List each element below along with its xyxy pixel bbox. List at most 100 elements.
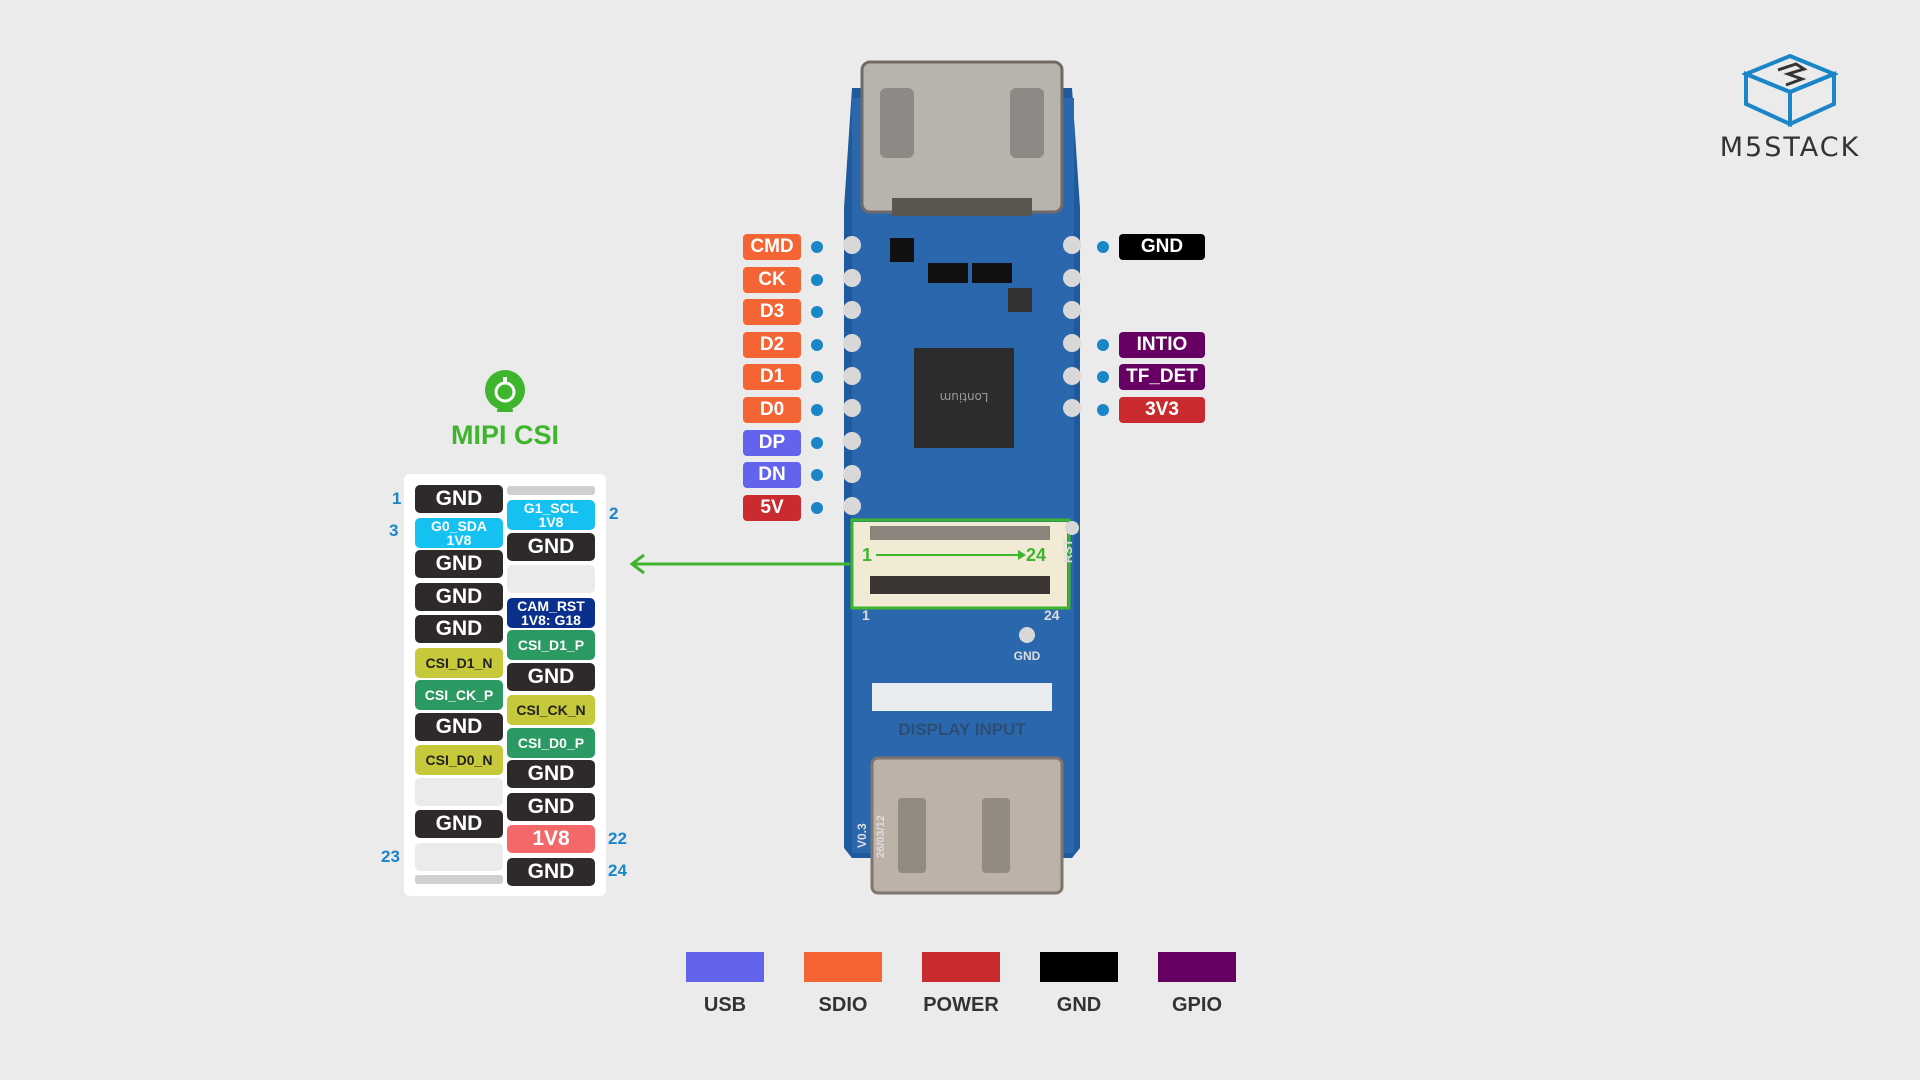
pin-label-d3: D3 xyxy=(743,299,801,326)
pin-empty xyxy=(415,842,503,871)
gnd-pad xyxy=(1019,627,1035,643)
pin-gnd: GND xyxy=(507,792,595,821)
pin-1v8: 1V8 xyxy=(507,825,595,853)
mipi-arrow xyxy=(629,553,850,575)
component xyxy=(1008,288,1032,312)
pin-csi-d0-n: CSI_D0_N xyxy=(415,745,503,775)
component xyxy=(972,263,1012,283)
legend-label-power: POWER xyxy=(923,994,999,1016)
brand-name: M5STACK xyxy=(1719,132,1861,163)
legend-swatch-power xyxy=(922,952,1000,982)
pin-dot xyxy=(811,469,823,482)
usb-clip-right xyxy=(982,798,1010,873)
pin-label-ck: CK xyxy=(743,266,801,293)
chip-brand: Lontium xyxy=(940,390,989,404)
pin-gnd: GND xyxy=(507,760,595,788)
pin-g0-sda: G0_SDA 1V8 xyxy=(415,517,503,548)
pin-empty xyxy=(507,565,595,593)
hdmi-clip-right xyxy=(1010,88,1044,158)
pin-gnd: GND xyxy=(507,857,595,886)
pin-number-2: 2 xyxy=(609,504,619,523)
pin-gnd: GND xyxy=(507,532,595,561)
display-input-label: DISPLAY INPUT xyxy=(898,720,1026,739)
pin-label-d0: D0 xyxy=(743,397,801,423)
fpc-pin24-board: 24 xyxy=(1044,607,1060,623)
camera-icon xyxy=(485,370,525,412)
mipi-title: MIPI CSI xyxy=(450,420,559,450)
pin-gnd: GND xyxy=(415,550,503,578)
mipi-pin-table: GND G0_SDA 1V8 GND GND GND CSI_D1_N CSI_CK_P GN… xyxy=(404,474,606,896)
pin-number-24: 24 xyxy=(608,861,627,880)
pin-dot xyxy=(811,371,823,384)
pin-csi-ck-p: CSI_CK_P xyxy=(415,680,503,710)
m5stack-cube-icon xyxy=(1742,53,1838,128)
pin-gnd: GND xyxy=(415,712,503,741)
rst-pad xyxy=(1065,521,1079,535)
pin-spacer xyxy=(415,875,503,884)
pin-dot xyxy=(811,404,823,416)
legend-swatch-gnd xyxy=(1040,952,1118,982)
pin-dot xyxy=(811,338,823,351)
pin-label-gnd: GND xyxy=(1119,234,1205,260)
legend-swatch-gpio xyxy=(1158,952,1236,982)
pin-csi-d1-p: CSI_D1_P xyxy=(507,630,595,660)
fpc-end-label: 24 xyxy=(1026,545,1046,565)
pin-gnd: GND xyxy=(415,810,503,838)
pin-gnd: GND xyxy=(415,582,503,611)
legend-label-gnd: GND xyxy=(1056,994,1102,1016)
hdmi-pins xyxy=(892,198,1032,216)
usb-clip-left xyxy=(898,798,926,873)
component xyxy=(928,263,968,283)
label-strip xyxy=(872,683,1052,711)
pin-gnd: GND xyxy=(415,485,503,513)
component xyxy=(890,238,914,262)
pin-gnd: GND xyxy=(415,615,503,643)
pin-label-d1: D1 xyxy=(743,364,801,391)
legend-swatch-usb xyxy=(686,952,764,982)
version-label: V0.3 xyxy=(855,823,869,848)
pin-cam-rst: CAM_RST 1V8: G18 xyxy=(507,597,595,628)
pin-gnd: GND xyxy=(507,662,595,691)
pin-number-3: 3 xyxy=(389,521,399,540)
rst-label: RST xyxy=(1061,538,1075,563)
hdmi-clip-left xyxy=(880,88,914,158)
pin-number-23: 23 xyxy=(381,847,400,866)
fpc-latch xyxy=(870,576,1050,594)
pin-dot xyxy=(1097,404,1109,416)
pin-dot xyxy=(811,273,823,286)
pin-dot xyxy=(1097,338,1109,351)
m5stack-logo: M5STACK xyxy=(1700,52,1880,172)
legend-label-usb: USB xyxy=(703,994,747,1016)
pin-empty xyxy=(415,777,503,806)
pin-dot xyxy=(1097,371,1109,384)
pin-csi-d0-p: CSI_D0_P xyxy=(507,727,595,758)
pin-label-cmd: CMD xyxy=(743,234,801,260)
fpc-contacts xyxy=(870,526,1050,540)
gnd-pad-label: GND xyxy=(1014,649,1041,663)
pin-csi-ck-n: CSI_CK_N xyxy=(507,695,595,725)
pin-label-intio: INTIO xyxy=(1119,331,1205,358)
pin-dot xyxy=(811,241,823,253)
pin-dot xyxy=(811,501,823,514)
pin-label-tf-det: TF_DET xyxy=(1119,364,1205,391)
board-image: Lontium 1 24 1 24 RST GND DISPLAY INPUT … xyxy=(843,60,1081,895)
pin-label-3v3: 3V3 xyxy=(1119,397,1205,423)
pin-label-dp: DP xyxy=(743,429,801,456)
legend-label-gpio: GPIO xyxy=(1171,994,1222,1016)
pin-number-22: 22 xyxy=(608,829,627,848)
left-pads xyxy=(843,236,861,515)
fpc-start-label: 1 xyxy=(862,545,872,565)
fpc-pin1-board: 1 xyxy=(862,607,870,623)
pin-dot xyxy=(811,306,823,319)
pin-g1-scl: G1_SCL 1V8 xyxy=(507,500,595,530)
pin-label-dn: DN xyxy=(743,462,801,489)
legend-swatch-sdio xyxy=(804,952,882,982)
pin-number-1: 1 xyxy=(392,489,402,508)
pin-csi-d1-n: CSI_D1_N xyxy=(415,647,503,678)
legend-label-sdio: SDIO xyxy=(818,994,868,1016)
pin-dot xyxy=(811,436,823,449)
pin-dot xyxy=(1097,241,1109,253)
pin-label-d2: D2 xyxy=(743,331,801,358)
date-label: 26/03/12 xyxy=(875,815,887,858)
pin-spacer xyxy=(507,486,595,495)
